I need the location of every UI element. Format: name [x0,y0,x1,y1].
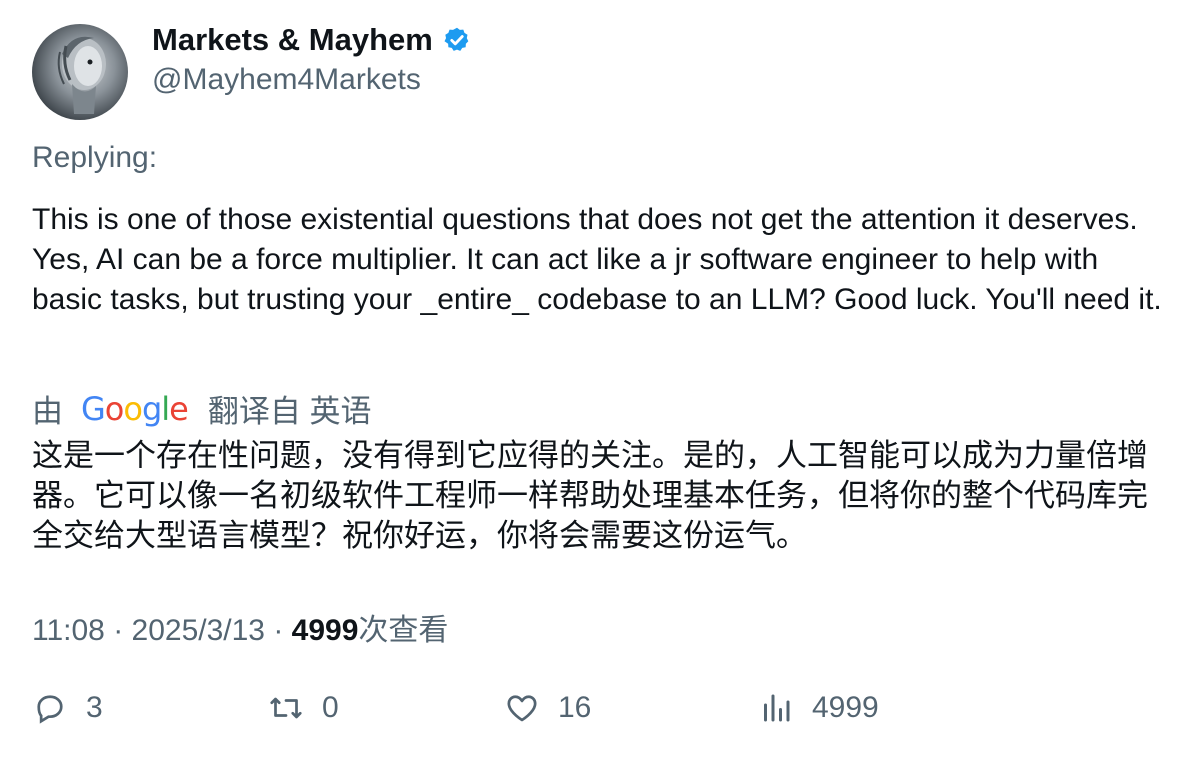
verified-badge-icon [444,27,469,51]
robot-avatar-icon [57,36,106,114]
author-handle[interactable]: @Mayhem4Markets [152,63,421,97]
author-avatar[interactable] [32,24,128,120]
like-button[interactable]: 16 [504,690,591,726]
author-display-name[interactable]: Markets & Mayhem [152,22,433,58]
translated-text: 这是一个存在性问题，没有得到它应得的关注。是的，人工智能可以成为力量倍增器。它可… [32,438,1148,553]
tweet-meta: 11:08 · 2025/3/13 · 4999次查看 [32,605,448,649]
retweet-button[interactable]: 0 [268,690,339,726]
action-bar: 3 0 16 4999 [32,690,1172,734]
analytics-icon [764,694,790,722]
google-logo-icon: Google [81,389,189,428]
reply-icon [37,695,63,724]
translation-source-label[interactable]: 翻译自 英语 [208,386,372,431]
tweet-date[interactable]: 2025/3/13 [132,614,265,647]
author-name-row[interactable]: Markets & Mayhem [152,22,471,58]
replying-label: Replying: [32,141,158,174]
tweet-text: This is one of those existential questio… [32,203,1162,316]
like-count: 16 [558,691,592,724]
heart-icon [507,695,537,722]
meta-separator-2: · [265,614,292,647]
views-count: 4999 [291,614,359,647]
translation-by-label: 由 [32,394,63,429]
views-label: 次查看 [358,614,449,647]
reply-button[interactable]: 3 [32,690,103,726]
tweet-time[interactable]: 11:08 [32,614,105,647]
views-action-count: 4999 [812,691,879,724]
views-button[interactable]: 4999 [758,690,879,726]
retweet-count: 0 [322,691,339,724]
meta-separator: · [104,614,132,647]
retweet-icon [270,697,302,719]
reply-count: 3 [86,691,103,724]
translation-attribution: 由 Google 翻译自 英语 [32,386,371,431]
